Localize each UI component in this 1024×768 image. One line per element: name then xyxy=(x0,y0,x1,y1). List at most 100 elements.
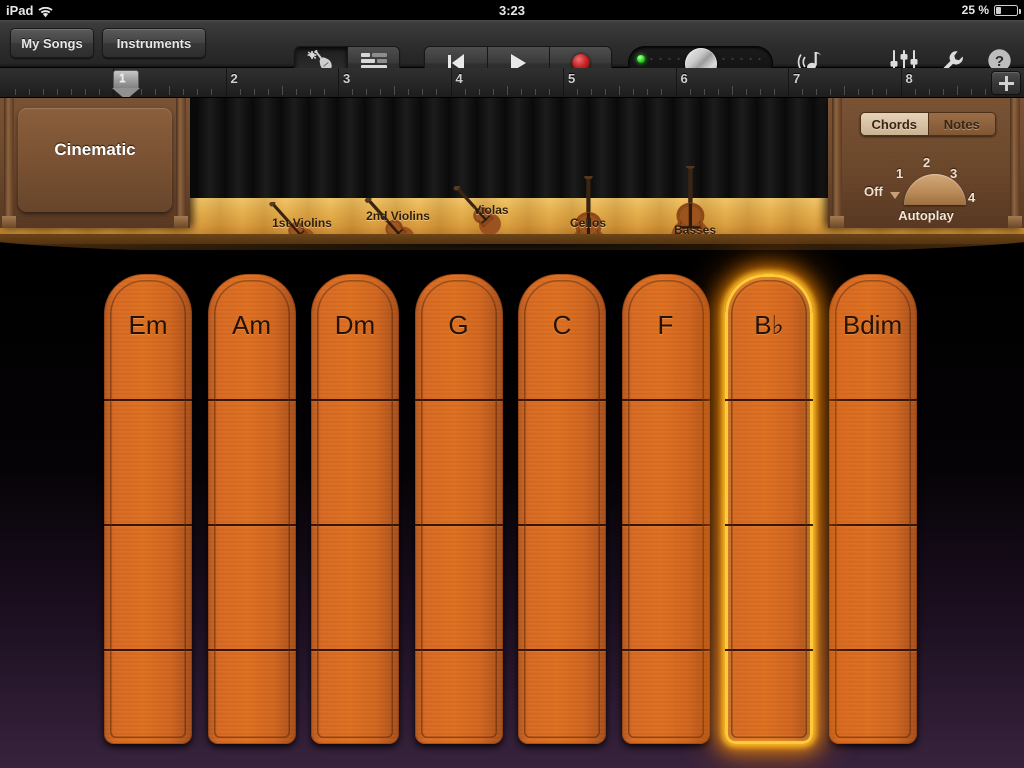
ruler-tick xyxy=(732,86,733,95)
chord-strip-seam xyxy=(104,649,192,651)
instruments-button[interactable]: Instruments xyxy=(102,28,206,58)
ruler-tick xyxy=(872,89,873,95)
bar-number: 3 xyxy=(343,71,350,86)
chord-strip-seam xyxy=(208,524,296,526)
chord-strip-seam xyxy=(311,649,399,651)
ruler-tick xyxy=(605,89,606,95)
autoplay-mark-2[interactable]: 2 xyxy=(923,155,930,170)
chord-strip-bevel xyxy=(214,280,290,738)
chord-strip-seam xyxy=(415,524,503,526)
chord-strip-label: Bdim xyxy=(829,310,917,341)
chord-strip[interactable]: B♭ xyxy=(725,274,813,744)
ruler-tick xyxy=(380,89,381,95)
ruler-tick xyxy=(85,89,86,95)
status-bar: iPad 3:23 25 % xyxy=(0,0,1024,20)
ruler-tick xyxy=(422,89,423,95)
orchestra-instrument-label: 2nd Violins xyxy=(366,209,430,223)
bar-number: 8 xyxy=(906,71,913,86)
chord-strip-seam xyxy=(208,399,296,401)
ruler-tick xyxy=(183,89,184,95)
chord-strip[interactable]: C xyxy=(518,274,606,744)
toolbar: My Songs Instruments xyxy=(0,20,1024,68)
stage-area: 1st Violins 2nd Violins xyxy=(0,98,1024,250)
bar-line xyxy=(451,68,452,98)
timeline-ruler[interactable]: 12345678 1 xyxy=(0,68,1024,98)
chord-strip[interactable]: Em xyxy=(104,274,192,744)
chord-strip-bevel xyxy=(421,280,497,738)
ruler-tick xyxy=(141,89,142,95)
bar-number: 5 xyxy=(568,71,575,86)
ruler-tick xyxy=(240,89,241,95)
ruler-tick xyxy=(211,89,212,95)
autoplay-mark-4[interactable]: 4 xyxy=(968,190,975,205)
ruler-tick xyxy=(465,89,466,95)
chord-strip-seam xyxy=(622,399,710,401)
chord-strip-seam xyxy=(829,649,917,651)
chord-strip[interactable]: Dm xyxy=(311,274,399,744)
chord-strip-seam xyxy=(518,649,606,651)
ruler-tick xyxy=(324,89,325,95)
instrument-preset-panel[interactable]: Cinematic xyxy=(0,98,190,228)
autoplay-off-label[interactable]: Off xyxy=(864,184,883,199)
chord-strip-label: Am xyxy=(208,310,296,341)
ruler-tick xyxy=(647,89,648,95)
ruler-tick xyxy=(985,89,986,95)
chord-strip-bevel xyxy=(317,280,393,738)
chord-strip-bevel xyxy=(628,280,704,738)
playhead[interactable]: 1 xyxy=(113,70,139,98)
chord-strip-label: G xyxy=(415,310,503,341)
ruler-tick xyxy=(43,89,44,95)
chord-strip-bevel xyxy=(835,280,911,738)
chord-strip-label: B♭ xyxy=(725,310,813,341)
ruler-tick xyxy=(971,89,972,95)
ruler-tick xyxy=(957,86,958,95)
orchestra-instrument-label: Violas xyxy=(473,203,508,217)
ruler-tick xyxy=(296,89,297,95)
bar-number: 6 xyxy=(681,71,688,86)
ruler-tick xyxy=(408,89,409,95)
ruler-tick xyxy=(591,89,592,95)
chord-strip-label: Em xyxy=(104,310,192,341)
chords-tab[interactable]: Chords xyxy=(861,113,928,135)
notes-tab[interactable]: Notes xyxy=(928,113,996,135)
bar-line xyxy=(676,68,677,98)
ruler-tick xyxy=(155,89,156,95)
ruler-tick xyxy=(268,89,269,95)
chord-controls-panel: Chords Notes Off 1 2 3 4 Autoplay xyxy=(828,98,1024,228)
ruler-tick xyxy=(943,89,944,95)
chord-strip-bevel xyxy=(731,280,807,738)
ruler-tick xyxy=(507,86,508,95)
chord-strip-seam xyxy=(829,399,917,401)
chord-strip[interactable]: F xyxy=(622,274,710,744)
ruler-tick xyxy=(549,89,550,95)
bar-number: 4 xyxy=(456,71,463,86)
ruler-tick xyxy=(830,89,831,95)
chord-strip[interactable]: Bdim xyxy=(829,274,917,744)
ruler-tick xyxy=(254,89,255,95)
chord-strip-seam xyxy=(311,524,399,526)
battery-percent: 25 % xyxy=(962,3,989,17)
chord-strip-seam xyxy=(208,649,296,651)
status-bar-right: 25 % xyxy=(962,3,1018,17)
autoplay-control: Off 1 2 3 4 Autoplay xyxy=(828,140,1024,228)
bar-line xyxy=(226,68,227,98)
my-songs-button[interactable]: My Songs xyxy=(10,28,94,58)
ruler-tick xyxy=(197,89,198,95)
ruler-tick xyxy=(493,89,494,95)
ruler-tick xyxy=(310,89,311,95)
ruler-tick xyxy=(436,89,437,95)
ruler-tick xyxy=(15,89,16,95)
chord-strips-area: Em Am Dm GCF B♭ Bdim xyxy=(0,250,1024,768)
bar-line xyxy=(338,68,339,98)
add-section-button[interactable] xyxy=(991,71,1021,95)
ruler-tick xyxy=(802,89,803,95)
ruler-tick xyxy=(521,89,522,95)
autoplay-mark-1[interactable]: 1 xyxy=(896,166,903,181)
chord-strip-seam xyxy=(415,649,503,651)
chord-strip[interactable]: Am xyxy=(208,274,296,744)
ruler-tick xyxy=(282,86,283,95)
chord-strip-seam xyxy=(518,399,606,401)
green-led-indicator xyxy=(637,55,645,63)
orchestra-instrument-label: Cellos xyxy=(570,216,606,230)
chord-strip[interactable]: G xyxy=(415,274,503,744)
